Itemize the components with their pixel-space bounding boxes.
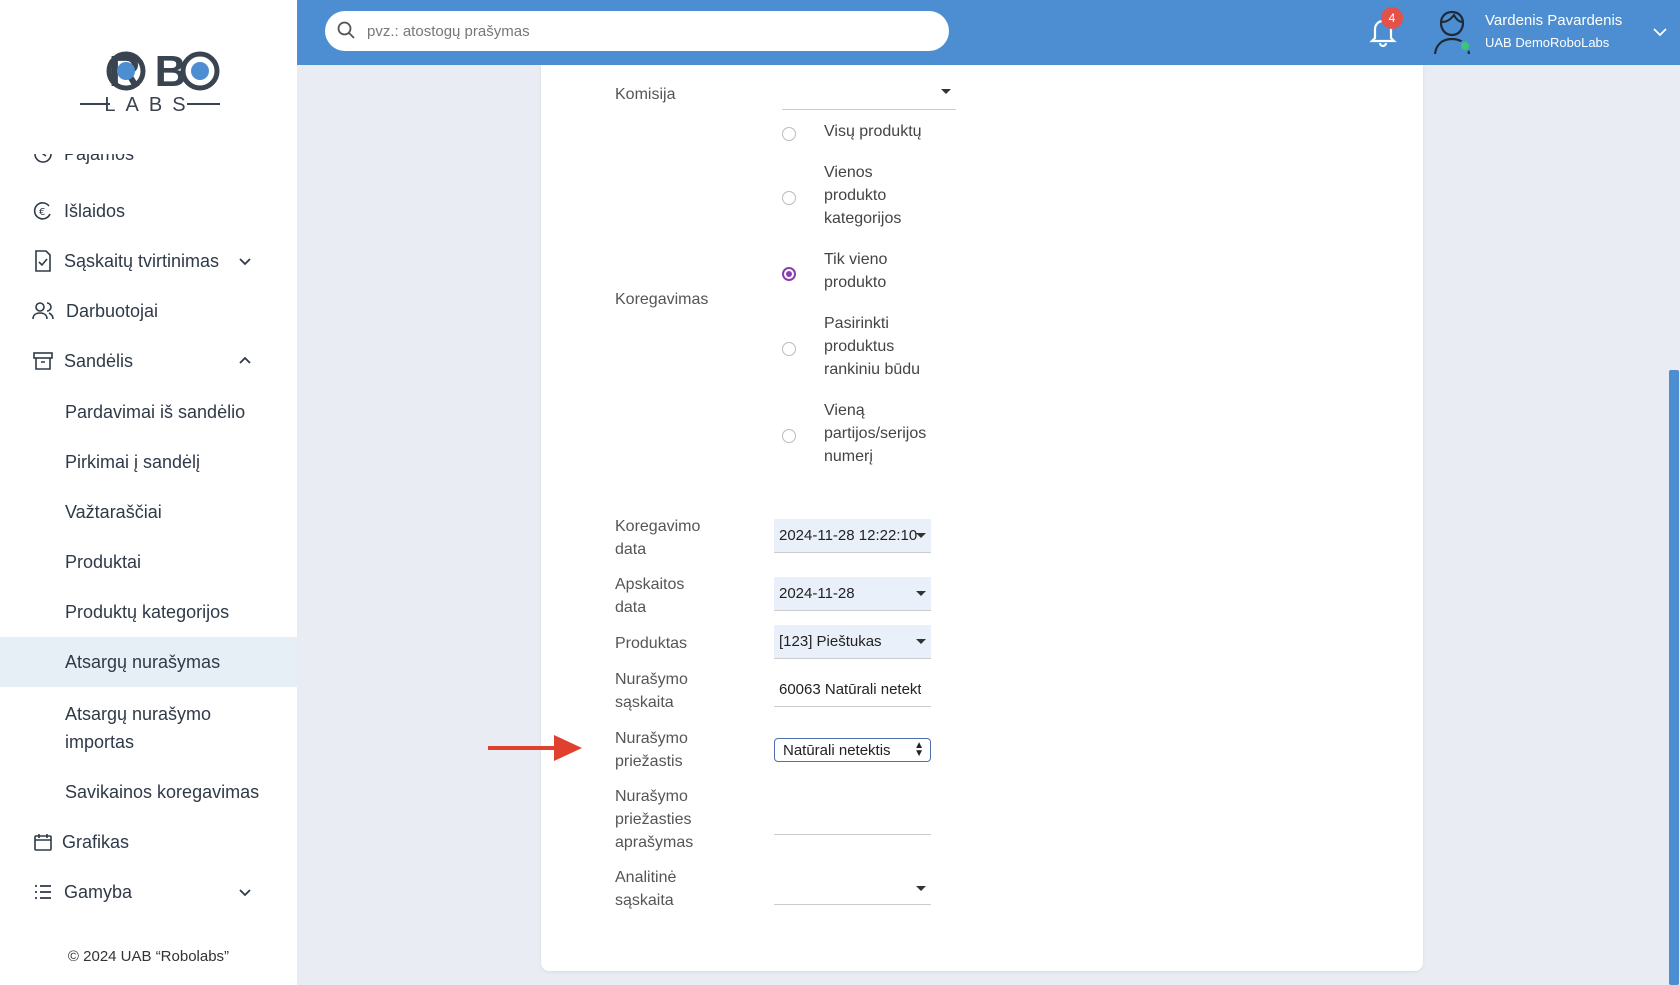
euro-circle-icon: € — [32, 200, 54, 222]
notification-badge: 4 — [1381, 7, 1403, 29]
apskaitos-data-field[interactable]: 2024-11-28 — [774, 577, 931, 611]
komisija-label: Komisija — [615, 86, 676, 103]
list-icon — [32, 881, 54, 903]
page-scrollbar[interactable] — [1668, 65, 1680, 985]
caret-down-icon — [916, 639, 926, 644]
radio-tik-vieno-produkto[interactable] — [782, 267, 796, 281]
sidebar-item-darbuotojai[interactable]: Darbuotojai — [0, 286, 297, 336]
caret-down-icon — [916, 533, 926, 538]
avatar[interactable] — [1431, 8, 1473, 56]
sidebar-item-label: Sąskaitų tvirtinimas — [64, 250, 220, 271]
radio-visu-produktu[interactable] — [782, 127, 796, 141]
sidebar-subitem-vaztarasciai[interactable]: Važtaraščiai — [0, 487, 297, 537]
radio-label[interactable]: Pasirinkti produktus rankiniu būdu — [824, 312, 924, 381]
chevron-up-icon[interactable] — [238, 354, 252, 368]
user-company: UAB DemoRoboLabs — [1485, 35, 1610, 50]
produktas-field[interactable]: [123] Pieštukas — [774, 625, 931, 659]
archive-box-icon — [32, 350, 54, 372]
sidebar-subitem-atsargu-nurasymas[interactable]: Atsargų nurašymas — [0, 637, 297, 687]
svg-text:€: € — [39, 207, 45, 218]
radio-label[interactable]: Vieną partijos/serijos numerį — [824, 399, 939, 468]
top-header: 4 Vardenis Pavardenis UAB DemoRoboLabs — [297, 0, 1680, 65]
apskaitos-data-label: Apskaitos data — [615, 576, 685, 616]
radio-label[interactable]: Tik vieno produkto — [824, 248, 904, 294]
sidebar-item-label: Išlaidos — [64, 200, 126, 221]
radio-partijos-serijos[interactable] — [782, 429, 796, 443]
sidebar-item-sandelis[interactable]: Sandėlis — [0, 336, 297, 386]
sidebar-subitem-label: Važtaraščiai — [65, 502, 162, 522]
chevron-down-icon[interactable] — [238, 885, 252, 899]
radio-label[interactable]: Visų produktų — [824, 120, 944, 143]
komisija-select[interactable] — [782, 75, 956, 110]
select-updown-icon: ▲ ▼ — [914, 740, 924, 759]
chevron-down-icon[interactable] — [238, 254, 252, 268]
sidebar-item-saskaitu-tvirtinimas[interactable]: Sąskaitų tvirtinimas — [0, 236, 297, 286]
sidebar-item-grafikas[interactable]: Grafikas — [0, 817, 297, 867]
apskaitos-data-value: 2024-11-28 — [779, 585, 855, 602]
caret-down-icon — [916, 591, 926, 596]
sidebar: R B LABS Pajamos € Išlaidos Sąskaitų tvi… — [0, 0, 297, 985]
nurasymo-priezastis-label: Nurašymo priežastis — [615, 730, 688, 770]
chevron-down-icon[interactable] — [1652, 24, 1668, 40]
sidebar-subitem-label: Produktai — [65, 552, 142, 572]
search-icon — [337, 21, 355, 39]
radio-label[interactable]: Vienos produkto kategorijos — [824, 161, 924, 230]
sidebar-subitem-label: Savikainos koregavimas — [65, 782, 260, 802]
sidebar-subitem-pardavimai[interactable]: Pardavimai iš sandėlio — [0, 387, 297, 437]
koregavimo-data-value: 2024-11-28 12:22:10 — [779, 527, 918, 544]
nurasymo-priezastis-select[interactable]: Natūrali netektis ▲ ▼ — [774, 738, 931, 762]
sidebar-item-label: Gamyba — [64, 881, 133, 902]
search-box[interactable] — [325, 11, 949, 51]
sidebar-subitem-label: Pardavimai iš sandėlio — [65, 402, 246, 422]
sidebar-subitem-atsargu-nurasymo-importas[interactable]: Atsargų nurašymo importas — [0, 698, 297, 758]
document-check-icon — [32, 250, 54, 272]
koregavimas-label: Koregavimas — [615, 291, 709, 308]
nurasymo-aprasymas-label: Nurašymo priežasties aprašymas — [615, 788, 694, 851]
online-status-dot — [1459, 40, 1471, 52]
analitine-saskaita-field[interactable] — [774, 870, 931, 905]
sidebar-subitem-label: Pirkimai į sandėlį — [65, 452, 201, 472]
caret-down-icon — [916, 886, 926, 891]
calendar-icon — [32, 831, 54, 853]
sidebar-subitem-label: Atsargų nurašymas — [65, 652, 221, 672]
sidebar-subitem-produktai[interactable]: Produktai — [0, 537, 297, 587]
analitine-saskaita-label: Analitinė sąskaita — [615, 869, 677, 909]
radio-pasirinkti-rankiniu[interactable] — [782, 342, 796, 356]
svg-text:LABS: LABS — [104, 94, 195, 116]
sidebar-footer: © 2024 UAB “Robolabs” — [67, 948, 230, 965]
sidebar-item-gamyba[interactable]: Gamyba — [0, 867, 297, 917]
koregavimo-data-label: Koregavimo data — [615, 518, 701, 558]
sidebar-subitem-label: Produktų kategorijos — [65, 602, 230, 622]
sidebar-subitem-label: Atsargų nurašymo importas — [65, 704, 212, 752]
koregavimo-data-field[interactable]: 2024-11-28 12:22:10 — [774, 519, 931, 553]
search-input[interactable] — [367, 11, 927, 51]
users-icon — [32, 300, 54, 322]
sidebar-item-label: Darbuotojai — [66, 300, 159, 321]
clock-icon — [32, 154, 54, 165]
sidebar-item-label: Grafikas — [62, 831, 130, 852]
radio-vienos-kategorijos[interactable] — [782, 191, 796, 205]
nurasymo-saskaita-value: 60063 Natūrali netektis — [779, 681, 921, 698]
sidebar-subitem-produktu-kategorijos[interactable]: Produktų kategorijos — [0, 587, 297, 637]
nurasymo-saskaita-field[interactable]: 60063 Natūrali netektis — [774, 673, 931, 707]
sidebar-item-pajamos[interactable]: Pajamos — [0, 143, 297, 174]
sidebar-item-islaidos[interactable]: € Išlaidos — [0, 186, 297, 236]
scrollbar-thumb[interactable] — [1669, 370, 1679, 985]
sidebar-subitem-pirkimai[interactable]: Pirkimai į sandėlį — [0, 437, 297, 487]
sidebar-item-label: Pajamos — [64, 143, 135, 164]
robolabs-logo[interactable]: R B LABS — [0, 38, 297, 118]
sidebar-item-label: Sandėlis — [64, 350, 134, 371]
nurasymo-aprasymas-field[interactable] — [774, 800, 931, 835]
user-name[interactable]: Vardenis Pavardenis — [1485, 12, 1622, 29]
nurasymo-saskaita-label: Nurašymo sąskaita — [615, 671, 688, 711]
sidebar-subitem-savikainos-koregavimas[interactable]: Savikainos koregavimas — [0, 767, 297, 817]
produktas-label: Produktas — [615, 635, 688, 652]
caret-down-icon — [941, 89, 951, 94]
nurasymo-priezastis-value: Natūrali netektis — [783, 742, 891, 759]
produktas-value: [123] Pieštukas — [779, 633, 882, 650]
annotation-arrow — [488, 735, 582, 761]
